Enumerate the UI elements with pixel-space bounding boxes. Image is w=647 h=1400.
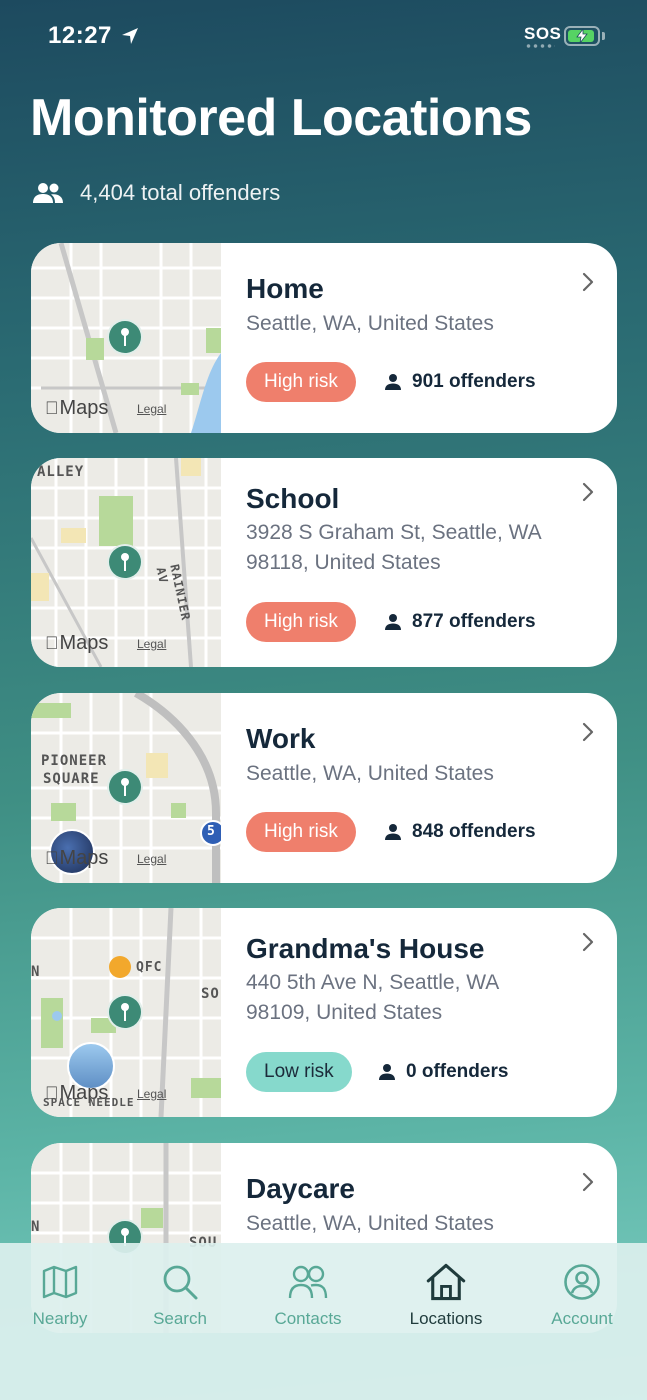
- person-icon: [379, 1064, 395, 1080]
- location-address: Seattle, WA, United States: [246, 312, 494, 335]
- offender-count: 901 offenders: [384, 371, 536, 393]
- location-card-school[interactable]: ALLEY RAINIER AV Maps Legal School 3928…: [31, 458, 617, 667]
- risk-badge: High risk: [246, 812, 356, 852]
- map-pin-icon: [107, 994, 143, 1030]
- person-icon: [385, 374, 401, 390]
- map-pin-icon: [107, 319, 143, 355]
- charging-bolt-icon: [576, 28, 588, 44]
- tab-bar: Nearby Search Contacts Locations Account: [0, 1243, 647, 1400]
- chevron-right-icon: [582, 272, 594, 292]
- tab-label: Contacts: [274, 1309, 342, 1328]
- location-name: Grandma's House: [246, 933, 485, 964]
- chevron-right-icon: [582, 932, 594, 952]
- offender-count: 848 offenders: [384, 821, 536, 843]
- search-icon: [163, 1265, 198, 1300]
- tab-label: Account: [551, 1309, 613, 1328]
- apple-maps-logo: Maps: [45, 632, 108, 654]
- map-thumbnail: PIONEER SQUARE 5 Maps Legal: [31, 693, 221, 883]
- person-icon: [385, 614, 401, 630]
- map-icon: [42, 1265, 78, 1299]
- risk-badge: High risk: [246, 362, 356, 402]
- tab-label: Nearby: [32, 1309, 88, 1328]
- map-pin-icon: [107, 544, 143, 580]
- offender-count: 877 offenders: [384, 611, 536, 633]
- location-card-work[interactable]: PIONEER SQUARE 5 Maps Legal Work Seattl…: [31, 693, 617, 883]
- map-legal-link[interactable]: Legal: [137, 402, 166, 416]
- status-bar: 12:27 SOS: [0, 0, 647, 72]
- map-legal-link[interactable]: Legal: [137, 852, 166, 866]
- location-name: Home: [246, 273, 324, 304]
- map-label: N: [31, 1219, 41, 1235]
- contacts-icon: [288, 1265, 328, 1299]
- map-pin-icon: [107, 769, 143, 805]
- tab-nearby[interactable]: Nearby: [0, 1243, 120, 1343]
- tab-search[interactable]: Search: [120, 1243, 240, 1343]
- map-label: SPACE NEEDLE: [43, 1096, 135, 1109]
- map-label: N: [31, 964, 41, 980]
- chevron-right-icon: [582, 722, 594, 742]
- location-arrow-icon: [122, 28, 138, 44]
- risk-badge: Low risk: [246, 1052, 352, 1092]
- location-card-home[interactable]: Maps Legal Home Seattle, WA, United Sta…: [31, 243, 617, 433]
- total-offenders-label: 4,404 total offenders: [80, 180, 281, 205]
- tab-account[interactable]: Account: [522, 1243, 642, 1343]
- location-address: Seattle, WA, United States: [246, 1212, 494, 1235]
- tab-label: Search: [153, 1309, 207, 1328]
- account-icon: [564, 1264, 600, 1300]
- chevron-right-icon: [582, 482, 594, 502]
- map-thumbnail: Maps Legal: [31, 243, 221, 433]
- chevron-right-icon: [582, 1172, 594, 1192]
- location-address: 3928 S Graham St, Seattle, WA 98118, Uni…: [246, 521, 541, 574]
- page-title: Monitored Locations: [30, 89, 532, 147]
- location-address: Seattle, WA, United States: [246, 762, 494, 785]
- offender-count: 0 offenders: [378, 1061, 508, 1083]
- map-label: ALLEY: [37, 464, 85, 480]
- map-label: SO: [201, 986, 220, 1002]
- apple-maps-logo: Maps: [45, 847, 108, 869]
- risk-badge: High risk: [246, 602, 356, 642]
- map-legal-link[interactable]: Legal: [137, 637, 166, 651]
- status-time: 12:27: [48, 22, 112, 49]
- map-legal-link[interactable]: Legal: [137, 1087, 166, 1101]
- map-label: QFC: [136, 960, 163, 975]
- tab-locations[interactable]: Locations: [386, 1243, 506, 1343]
- location-name: Daycare: [246, 1173, 355, 1204]
- location-name: School: [246, 483, 340, 514]
- people-icon: [33, 183, 63, 203]
- map-label: PIONEER: [41, 753, 108, 769]
- sos-indicator: SOS: [524, 24, 562, 43]
- map-label: SQUARE: [43, 771, 100, 787]
- location-card-grandmas-house[interactable]: QFC SO N Maps Legal SPACE NEEDLE Grandm…: [31, 908, 617, 1117]
- tab-contacts[interactable]: Contacts: [248, 1243, 368, 1343]
- map-thumbnail: ALLEY RAINIER AV Maps Legal: [31, 458, 221, 667]
- map-thumbnail: QFC SO N Maps Legal SPACE NEEDLE: [31, 908, 221, 1117]
- location-address: 440 5th Ave N, Seattle, WA 98109, United…: [246, 971, 499, 1024]
- total-offenders: 4,404 total offenders: [32, 178, 280, 208]
- tab-label: Locations: [409, 1309, 483, 1328]
- home-icon: [426, 1263, 466, 1301]
- interstate-shield: 5: [207, 824, 216, 839]
- location-name: Work: [246, 723, 316, 754]
- person-icon: [385, 824, 401, 840]
- signal-dots: [525, 44, 555, 48]
- apple-maps-logo: Maps: [45, 397, 108, 419]
